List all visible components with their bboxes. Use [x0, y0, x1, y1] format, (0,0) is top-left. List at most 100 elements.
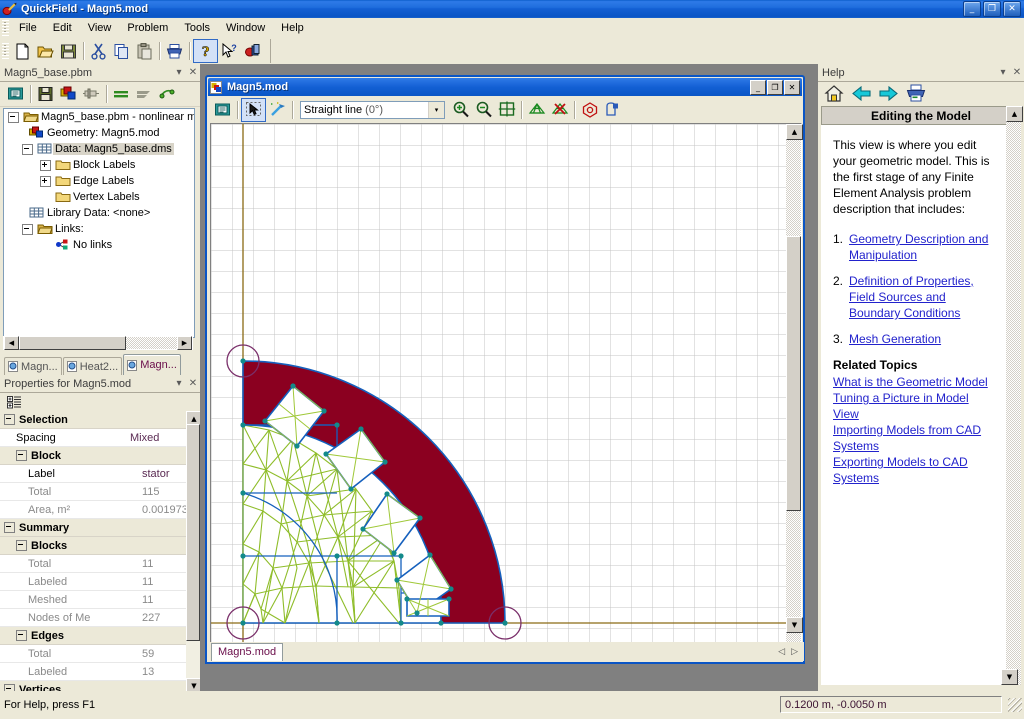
tab-next-button[interactable]: ▷ [791, 647, 798, 657]
doc-tab-magn-1[interactable]: Magn... [4, 357, 62, 375]
expand-all-properties-icon[interactable] [3, 391, 26, 413]
property-row[interactable]: Vertices [0, 681, 200, 691]
help-icon[interactable]: ? [193, 39, 218, 63]
scroll-right-button[interactable]: ▶ [177, 336, 192, 350]
menu-problem[interactable]: Problem [119, 19, 176, 37]
expander-minus-icon[interactable] [22, 223, 33, 235]
menu-window[interactable]: Window [218, 19, 273, 37]
expander-minus-icon[interactable] [8, 111, 19, 123]
property-row[interactable]: Labeled 13 [0, 663, 200, 681]
doc-tab-heat2[interactable]: Heat2... [62, 357, 123, 375]
expander-minus-icon[interactable] [22, 143, 33, 155]
remove-mesh-icon[interactable] [548, 99, 571, 121]
panel-close-icon[interactable]: ✕ [186, 66, 200, 79]
property-row[interactable]: Edges [0, 627, 200, 645]
problem-tree[interactable]: Magn5_base.pbm - nonlinear m Geometry: M… [3, 108, 195, 338]
zoom-out-icon[interactable] [472, 99, 495, 121]
property-row[interactable]: Spacing Mixed [0, 429, 200, 447]
home-icon[interactable] [824, 84, 844, 106]
canvas-vscroll-thumb[interactable] [786, 236, 801, 511]
properties-vertical-scrollbar[interactable]: ▲ ▼ [186, 411, 202, 693]
tree-scroll-track[interactable] [126, 337, 177, 349]
expander-minus-icon[interactable] [4, 684, 15, 691]
problem-properties-icon[interactable] [4, 83, 27, 105]
line-mode-combo[interactable]: Straight line (0°) ▾ [300, 100, 445, 119]
resize-grip[interactable] [1008, 697, 1022, 712]
scroll-up-button[interactable]: ▲ [1006, 106, 1023, 122]
close-button[interactable]: ✕ [1003, 1, 1021, 17]
tree-node-edge-labels[interactable]: Edge Labels [4, 173, 194, 189]
property-row[interactable]: Nodes of Me 227 [0, 609, 200, 627]
scroll-down-button[interactable]: ▼ [786, 617, 803, 633]
menu-edit[interactable]: Edit [45, 19, 80, 37]
tab-prev-button[interactable]: ◁ [778, 647, 785, 657]
expander-minus-icon[interactable] [4, 522, 15, 533]
minimize-button[interactable]: _ [963, 1, 981, 17]
doc-tab-magn-2[interactable]: Magn... [123, 354, 181, 375]
model-drawing[interactable] [211, 124, 786, 645]
properties-grid[interactable]: Selection Spacing Mixed Block Label stat… [0, 411, 200, 691]
property-row[interactable]: Selection [0, 411, 200, 429]
view-results-icon[interactable] [601, 99, 624, 121]
mdi-minimize-button[interactable]: _ [750, 79, 766, 95]
help-link-properties[interactable]: Definition of Properties, Field Sources … [849, 273, 996, 321]
scroll-down-button[interactable]: ▼ [1001, 669, 1018, 685]
edit-geometry-icon[interactable] [57, 83, 80, 105]
property-row[interactable]: Area, m² 0.00197371 [0, 501, 200, 519]
open-icon[interactable] [34, 40, 57, 62]
save-problem-icon[interactable] [34, 83, 57, 105]
expander-plus-icon[interactable] [40, 175, 51, 187]
property-row[interactable]: Label stator [0, 465, 200, 483]
tree-node-block-labels[interactable]: Block Labels [4, 157, 194, 173]
chevron-down-icon[interactable]: ▾ [428, 101, 444, 118]
tree-node-links[interactable]: Links: [4, 221, 194, 237]
build-mesh-icon[interactable] [525, 99, 548, 121]
property-row[interactable]: Labeled 11 [0, 573, 200, 591]
menu-tools[interactable]: Tools [176, 19, 218, 37]
tree-node-no-links[interactable]: No links [4, 237, 194, 253]
save-icon[interactable] [57, 40, 80, 62]
panel-collapse-icon[interactable]: ▾ [172, 377, 186, 390]
new-icon[interactable] [11, 40, 34, 62]
analyze-results-icon[interactable] [133, 83, 156, 105]
help-link-mesh[interactable]: Mesh Generation [849, 331, 941, 347]
help-link-geometry[interactable]: Geometry Description and Manipulation [849, 231, 996, 263]
model-tab-magn5[interactable]: Magn5.mod [211, 642, 284, 661]
panel-collapse-icon[interactable]: ▾ [172, 66, 186, 79]
select-arrow-icon[interactable] [241, 97, 266, 122]
expander-minus-icon[interactable] [4, 414, 15, 425]
zoom-fit-icon[interactable] [495, 99, 518, 121]
property-row[interactable]: Meshed 11 [0, 591, 200, 609]
restore-button[interactable]: ❐ [983, 1, 1001, 17]
scroll-up-button[interactable]: ▲ [786, 124, 803, 140]
expander-plus-icon[interactable] [40, 159, 51, 171]
copy-icon[interactable] [110, 40, 133, 62]
expander-minus-icon[interactable] [16, 630, 27, 641]
model-canvas[interactable] [211, 124, 786, 645]
model-properties-icon[interactable] [211, 99, 234, 121]
related-link-geometric-model[interactable]: What is the Geometric Model [833, 374, 996, 390]
edit-data-icon[interactable] [80, 83, 103, 105]
about-icon[interactable] [241, 40, 264, 62]
back-arrow-icon[interactable] [852, 85, 871, 105]
tree-node-library-data[interactable]: Library Data: <none> [4, 205, 194, 221]
context-help-icon[interactable]: ? [218, 40, 241, 62]
print-icon[interactable] [163, 40, 186, 62]
scroll-left-button[interactable]: ◀ [4, 336, 19, 350]
related-link-exporting[interactable]: Exporting Models to CAD Systems [833, 454, 996, 486]
expander-minus-icon[interactable] [16, 450, 27, 461]
zoom-in-icon[interactable] [449, 99, 472, 121]
forward-arrow-icon[interactable] [879, 85, 898, 105]
paste-icon[interactable] [133, 40, 156, 62]
menu-help[interactable]: Help [273, 19, 312, 37]
tree-node-problem[interactable]: Magn5_base.pbm - nonlinear m [4, 109, 194, 125]
properties-scroll-thumb[interactable] [186, 424, 200, 641]
tree-scroll-thumb[interactable] [19, 336, 126, 350]
open-results-icon[interactable] [156, 83, 179, 105]
property-row[interactable]: Total 59 [0, 645, 200, 663]
solve-icon[interactable] [110, 83, 133, 105]
related-link-tuning-picture[interactable]: Tuning a Picture in Model View [833, 390, 996, 422]
print-icon[interactable] [906, 84, 926, 105]
tree-node-geometry[interactable]: Geometry: Magn5.mod [4, 125, 194, 141]
menu-file[interactable]: File [11, 19, 45, 37]
